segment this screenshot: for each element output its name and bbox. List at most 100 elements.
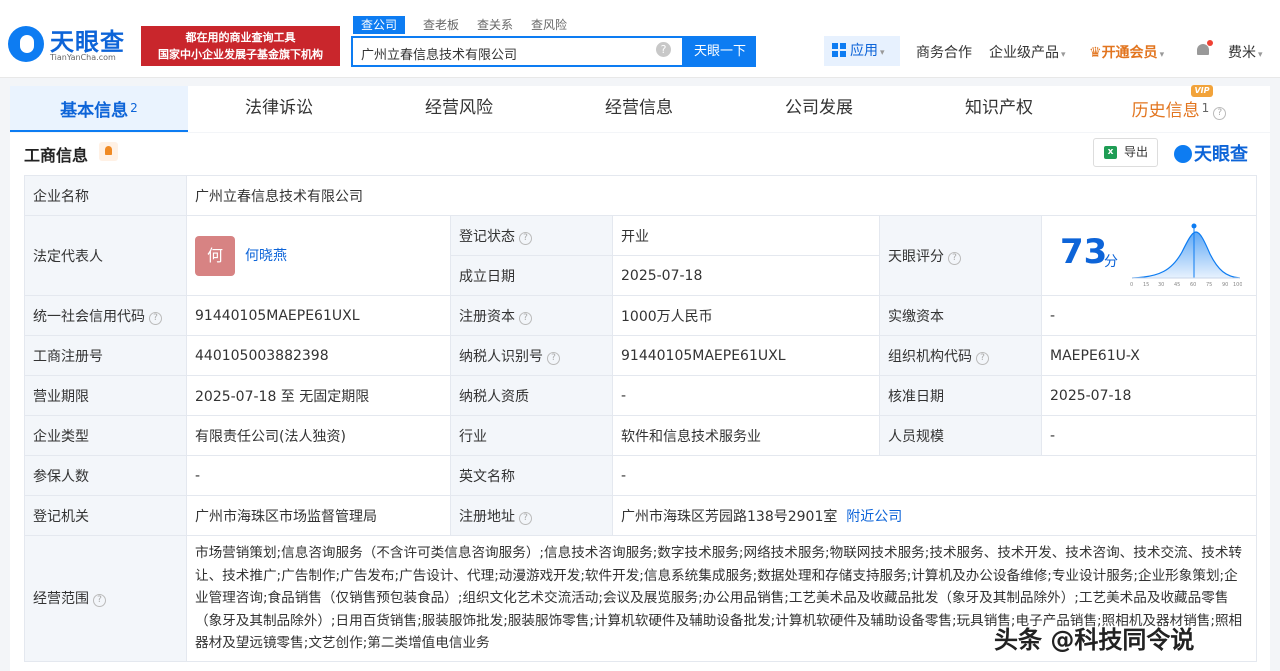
nav-business-cooperation[interactable]: 商务合作 bbox=[916, 42, 972, 62]
table-row: 营业期限 2025-07-18 至 无固定期限 纳税人资质 - 核准日期 202… bbox=[24, 375, 1257, 416]
reg-status: 开业 bbox=[612, 215, 880, 256]
tianyancha-brand: 天眼查 bbox=[1174, 140, 1248, 166]
axis-tick: 75 bbox=[1206, 282, 1212, 288]
legal-rep-label: 法定代表人 bbox=[24, 215, 187, 296]
en-name: - bbox=[612, 455, 1257, 496]
axis-tick: 45 bbox=[1174, 282, 1180, 288]
reg-no: 440105003882398 bbox=[186, 335, 451, 376]
grid-icon bbox=[832, 43, 846, 57]
notification-bell-icon[interactable] bbox=[1196, 40, 1213, 58]
scope-label-cell: 经营范围? bbox=[24, 535, 187, 662]
staff: - bbox=[1041, 415, 1257, 456]
paid-capital: - bbox=[1041, 295, 1257, 336]
axis-tick: 15 bbox=[1143, 282, 1149, 288]
help-icon[interactable]: ? bbox=[976, 351, 989, 365]
tab-business-risk[interactable]: 经营风险 bbox=[370, 86, 548, 132]
score-label-cell: 天眼评分? bbox=[879, 215, 1042, 296]
score-unit: 分 bbox=[1104, 254, 1118, 270]
tianyancha-logo[interactable]: 天眼查 TianYanCha.com bbox=[8, 22, 136, 66]
search-button[interactable]: 天眼一下 bbox=[684, 36, 756, 67]
logo-text: 天眼查 bbox=[50, 28, 125, 56]
reg-capital-label-cell: 注册资本? bbox=[450, 295, 613, 336]
nav-enterprise-products[interactable]: 企业级产品 ▾ bbox=[989, 42, 1066, 62]
tab-history[interactable]: 历史信息 1? bbox=[1090, 86, 1268, 132]
tab-intellectual-property[interactable]: 知识产权 bbox=[910, 86, 1088, 132]
help-icon[interactable]: ? bbox=[519, 311, 532, 325]
avatar[interactable]: 何 bbox=[195, 235, 235, 276]
tab-basic-info[interactable]: 基本信息 2 bbox=[10, 86, 188, 132]
brand-text: 天眼查 bbox=[1194, 144, 1248, 165]
axis-tick: 0 bbox=[1130, 282, 1133, 288]
help-icon[interactable]: ? bbox=[1213, 107, 1227, 120]
industry-label: 行业 bbox=[450, 415, 613, 456]
score-marker-dot bbox=[1191, 223, 1197, 229]
en-name-label: 英文名称 bbox=[450, 455, 613, 496]
chevron-down-icon: ▾ bbox=[1061, 50, 1066, 60]
help-icon[interactable]: ? bbox=[149, 311, 162, 325]
export-label: 导出 bbox=[1124, 145, 1149, 159]
score-distribution-chart: 0 15 30 45 60 75 90 100 bbox=[1130, 223, 1242, 288]
reg-status-label: 登记状态 bbox=[459, 228, 515, 245]
authority: 广州市海珠区市场监督管理局 bbox=[186, 495, 451, 536]
score-label: 天眼评分 bbox=[888, 248, 944, 265]
app-menu-button[interactable]: 应用 ▾ bbox=[824, 36, 900, 66]
search-tab-boss[interactable]: 查老板 bbox=[423, 16, 459, 34]
est-date-label: 成立日期 bbox=[450, 255, 613, 296]
export-button[interactable]: x 导出 bbox=[1093, 138, 1158, 167]
search-tab-risk[interactable]: 查风险 bbox=[531, 16, 567, 34]
nearby-companies-link[interactable]: 附近公司 bbox=[846, 509, 902, 525]
org-code: MAEPE61U-X bbox=[1041, 335, 1257, 376]
reg-capital: 1000万人民币 bbox=[612, 295, 880, 336]
credit-code-label-cell: 统一社会信用代码? bbox=[24, 295, 187, 336]
paid-capital-label: 实缴资本 bbox=[879, 295, 1042, 336]
address-label-cell: 注册地址? bbox=[450, 495, 613, 536]
excel-icon: x bbox=[1104, 146, 1117, 159]
user-menu[interactable]: 费米 ▾ bbox=[1228, 42, 1263, 62]
section-title: 工商信息 bbox=[24, 146, 89, 165]
tab-development[interactable]: 公司发展 bbox=[730, 86, 908, 132]
tab-label: 历史信息 bbox=[1131, 101, 1200, 121]
search-input[interactable]: 广州立春信息技术有限公司 bbox=[351, 36, 684, 67]
banner-line-1: 都在用的商业查询工具 bbox=[185, 31, 296, 44]
tianyan-score[interactable]: 73 分 0 15 30 45 60 75 90 100 bbox=[1041, 215, 1257, 296]
distribution-curve-fill bbox=[1132, 232, 1240, 278]
tab-legal[interactable]: 法律诉讼 bbox=[190, 86, 368, 132]
insured-label: 参保人数 bbox=[24, 455, 187, 496]
axis-tick: 60 bbox=[1190, 282, 1196, 288]
score-value: 73 bbox=[1060, 232, 1108, 272]
promo-banner[interactable]: 都在用的商业查询工具 国家中小企业发展子基金旗下机构 bbox=[141, 26, 340, 66]
help-icon[interactable]: ? bbox=[519, 231, 532, 245]
chevron-down-icon: ▾ bbox=[1159, 50, 1165, 60]
help-icon[interactable]: ? bbox=[519, 511, 532, 525]
nav-open-vip[interactable]: ♛开通会员 ▾ bbox=[1089, 42, 1164, 62]
taxpayer-qual-label: 纳税人资质 bbox=[450, 375, 613, 416]
vip-badge: VIP bbox=[1191, 85, 1213, 97]
search-tab-company[interactable]: 查公司 bbox=[353, 16, 406, 34]
taxpayer-id-label: 纳税人识别号 bbox=[459, 348, 543, 365]
table-row: 统一社会信用代码? 91440105MAEPE61UXL 注册资本? 1000万… bbox=[24, 295, 1257, 336]
axis-tick: 30 bbox=[1158, 282, 1164, 288]
tab-count: 2 bbox=[130, 101, 138, 115]
logo-subtext: TianYanCha.com bbox=[50, 53, 116, 62]
tab-label: 基本信息 bbox=[60, 101, 129, 121]
term: 2025-07-18 至 无固定期限 bbox=[186, 375, 451, 416]
chevron-down-icon: ▾ bbox=[1258, 50, 1263, 60]
help-icon[interactable]: ? bbox=[93, 594, 106, 608]
legal-rep-name-link[interactable]: 何晓燕 bbox=[245, 248, 287, 264]
business-info-panel: 工商信息 x 导出 天眼查 企业名称 广州立春信息技术有限公司 法定代表人 何何晓… bbox=[10, 133, 1270, 671]
reg-capital-label: 注册资本 bbox=[459, 308, 515, 325]
scope-label: 经营范围 bbox=[33, 591, 89, 608]
top-header: 天眼查 TianYanCha.com 都在用的商业查询工具 国家中小企业发展子基… bbox=[0, 0, 1280, 78]
help-icon[interactable]: ? bbox=[547, 351, 560, 365]
clear-search-icon[interactable]: ? bbox=[656, 42, 671, 57]
search-tab-relation[interactable]: 查关系 bbox=[477, 16, 513, 34]
help-icon[interactable]: ? bbox=[948, 251, 961, 265]
tab-business-info[interactable]: 经营信息 bbox=[550, 86, 728, 132]
credit-code: 91440105MAEPE61UXL bbox=[186, 295, 451, 336]
business-info-table: 企业名称 广州立春信息技术有限公司 法定代表人 何何晓燕 登记状态? 开业 天眼… bbox=[24, 175, 1257, 662]
banner-line-2: 国家中小企业发展子基金旗下机构 bbox=[158, 48, 323, 61]
table-row: 企业类型 有限责任公司(法人独资) 行业 软件和信息技术服务业 人员规模 - bbox=[24, 415, 1257, 456]
table-row: 企业名称 广州立春信息技术有限公司 bbox=[24, 175, 1257, 216]
monitor-bell-icon[interactable] bbox=[99, 142, 118, 161]
axis-tick: 90 bbox=[1222, 282, 1228, 288]
